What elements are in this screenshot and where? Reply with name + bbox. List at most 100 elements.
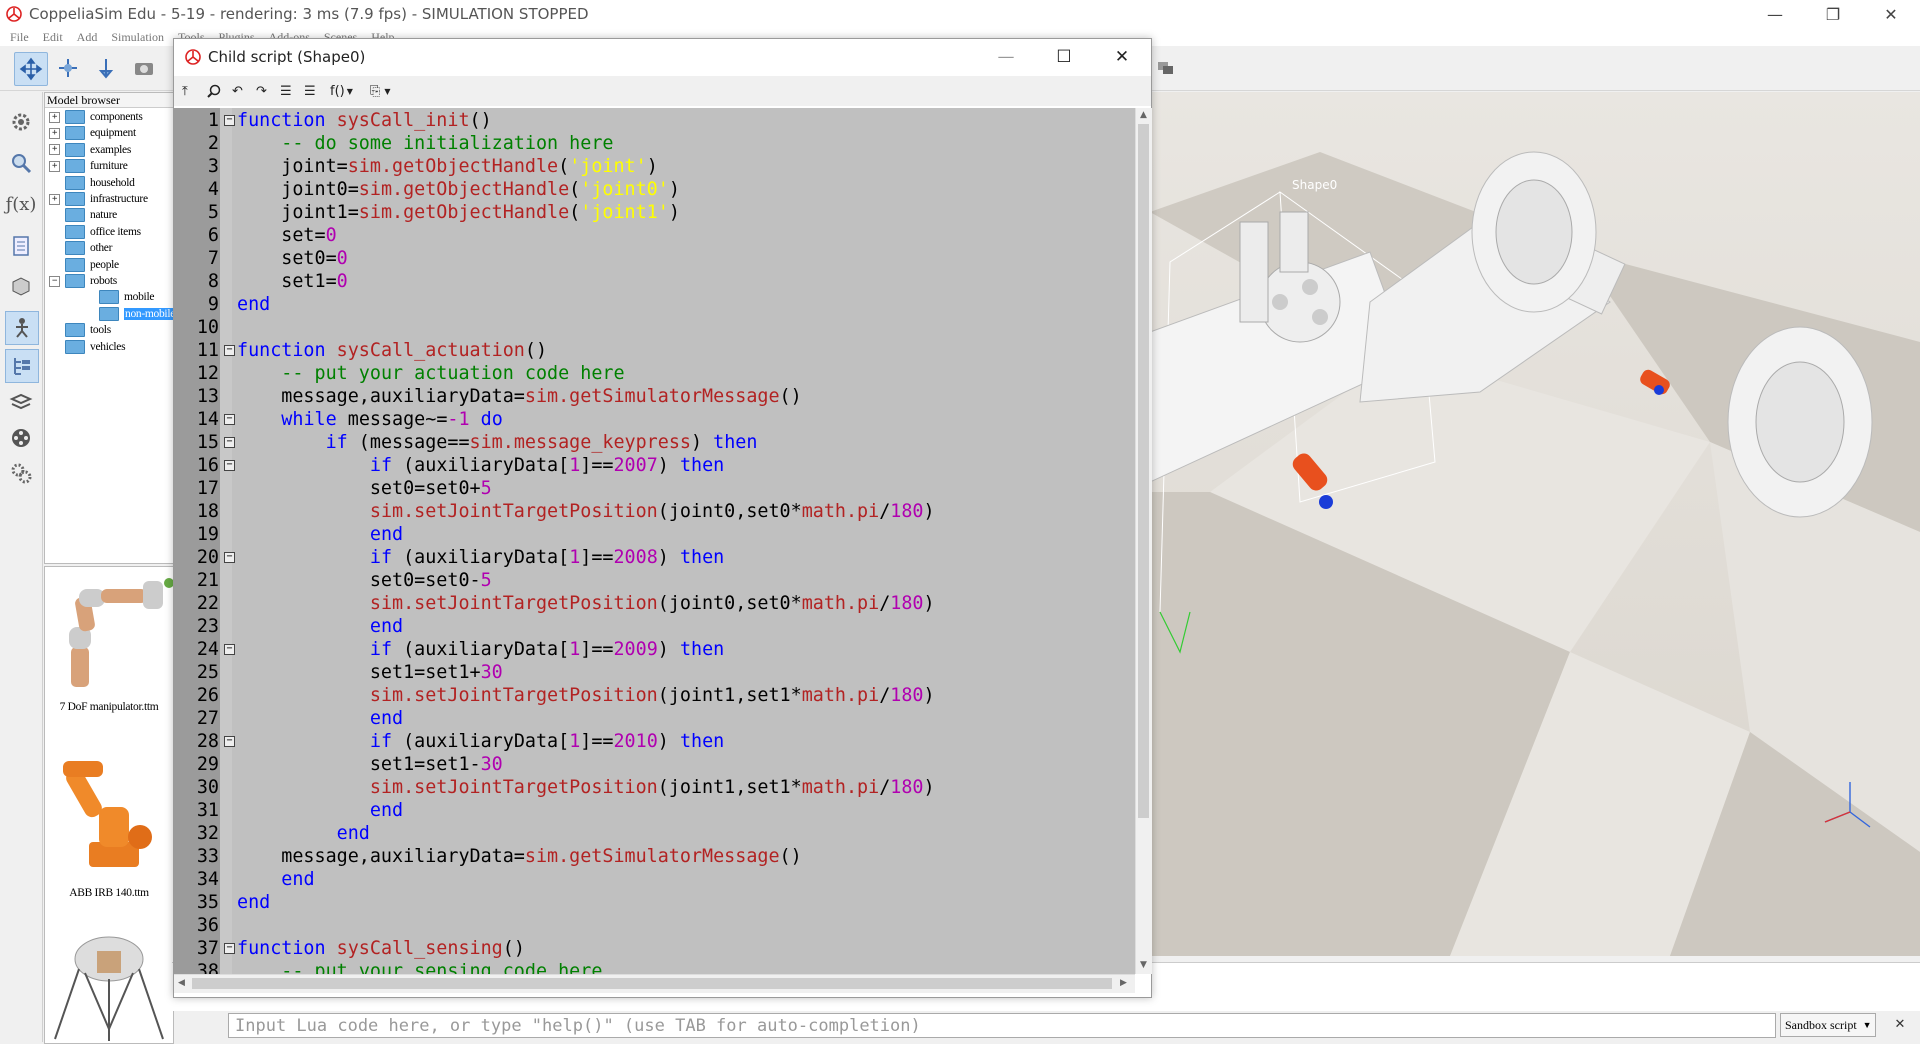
scroll-right-icon[interactable]: ▶ (1120, 978, 1127, 988)
layers-icon[interactable] (5, 386, 37, 418)
tree-item-nature[interactable]: nature (49, 207, 117, 223)
film-reel-icon[interactable] (5, 422, 37, 454)
horizontal-scrollbar[interactable]: ◀ ▶ (174, 974, 1135, 993)
code-line[interactable]: 17 set0=set0+5 (174, 477, 1135, 500)
code-line[interactable]: 25 set1=set1+30 (174, 661, 1135, 684)
object-layers-icon[interactable] (1150, 52, 1182, 84)
fold-toggle[interactable]: − (224, 736, 235, 747)
code-line[interactable]: 2 -- do some initialization here (174, 132, 1135, 155)
snippets-icon[interactable]: ⎘ ▼ (370, 82, 391, 100)
tree-item-mobile[interactable]: mobile (99, 289, 154, 305)
redo-icon[interactable]: ↷ (256, 82, 267, 100)
code-line[interactable]: 27 end (174, 707, 1135, 730)
code-line[interactable]: 9 end (174, 293, 1135, 316)
tree-item-examples[interactable]: + examples (49, 142, 131, 158)
tree-expander[interactable]: + (49, 160, 60, 172)
fold-toggle[interactable]: − (224, 552, 235, 563)
tree-expander[interactable]: + (49, 193, 60, 205)
tree-expander[interactable]: + (49, 127, 60, 139)
scroll-down-icon[interactable]: ▼ (1140, 960, 1147, 970)
tree-expander[interactable]: + (49, 111, 60, 123)
code-line[interactable]: 22 sim.setJointTargetPosition(joint0,set… (174, 592, 1135, 615)
code-line[interactable]: 33 message,auxiliaryData=sim.getSimulato… (174, 845, 1135, 868)
code-line[interactable]: 35 end (174, 891, 1135, 914)
code-line[interactable]: 5 joint1=sim.getObjectHandle('joint1') (174, 201, 1135, 224)
tree-item-tools[interactable]: tools (49, 322, 111, 338)
fold-toggle[interactable]: − (224, 414, 235, 425)
tree-item-furniture[interactable]: + furniture (49, 158, 128, 174)
scroll-thumb[interactable] (1138, 124, 1149, 818)
shape-icon[interactable] (5, 270, 37, 302)
code-line[interactable]: 20− if (auxiliaryData[1]==2008) then (174, 546, 1135, 569)
camera-pan-icon[interactable] (14, 52, 48, 86)
code-line[interactable]: 19 end (174, 523, 1135, 546)
tree-expander[interactable]: − (49, 275, 60, 287)
code-line[interactable]: 6 set=0 (174, 224, 1135, 247)
code-editor[interactable]: 1− function sysCall_init() 2 -- do some in… (174, 108, 1135, 974)
scroll-left-icon[interactable]: ◀ (178, 978, 185, 988)
menu-edit[interactable]: Edit (43, 30, 63, 45)
upload-icon[interactable]: ⤒ (182, 82, 188, 100)
code-line[interactable]: 7 set0=0 (174, 247, 1135, 270)
code-line[interactable]: 8 set1=0 (174, 270, 1135, 293)
close-button[interactable]: ✕ (1862, 0, 1920, 28)
tree-item-people[interactable]: people (49, 257, 119, 273)
page-icon[interactable] (5, 230, 37, 262)
zoom-icon[interactable] (5, 147, 37, 179)
code-line[interactable]: 21 set0=set0-5 (174, 569, 1135, 592)
model-browser-icon[interactable] (5, 311, 39, 345)
vertical-scrollbar[interactable]: ▲ ▼ (1135, 108, 1152, 974)
fold-toggle[interactable]: − (224, 943, 235, 954)
tree-expander[interactable]: + (49, 144, 60, 156)
code-line[interactable]: 11− function sysCall_actuation() (174, 339, 1135, 362)
thumb-delta-robot[interactable] (45, 929, 173, 1043)
function-list-button[interactable]: f() ▼ (330, 82, 353, 100)
scroll-up-icon[interactable]: ▲ (1140, 110, 1147, 120)
sandbox-script-select[interactable]: Sandbox script ▼ (1780, 1013, 1876, 1037)
code-line[interactable]: 16− if (auxiliaryData[1]==2007) then (174, 454, 1135, 477)
restore-button[interactable]: ❐ (1804, 0, 1862, 28)
script-close-button[interactable]: ✕ (1093, 39, 1151, 75)
code-line[interactable]: 13 message,auxiliaryData=sim.getSimulato… (174, 385, 1135, 408)
function-icon[interactable]: ƒ(x) (5, 188, 37, 220)
script-minimize-button[interactable]: — (977, 39, 1035, 75)
tree-item-office-items[interactable]: office items (49, 224, 141, 240)
tree-item-equipment[interactable]: + equipment (49, 125, 136, 141)
thumb-abb-irb140[interactable]: ABB IRB 140.ttm (45, 747, 173, 907)
camera-rotate-icon[interactable] (52, 52, 84, 84)
menu-simulation[interactable]: Simulation (111, 30, 164, 45)
code-line[interactable]: 30 sim.setJointTargetPosition(joint1,set… (174, 776, 1135, 799)
camera-view-icon[interactable] (128, 52, 160, 84)
code-line[interactable]: 15− if (message==sim.message_keypress) t… (174, 431, 1135, 454)
code-line[interactable]: 24− if (auxiliaryData[1]==2009) then (174, 638, 1135, 661)
code-line[interactable]: 4 joint0=sim.getObjectHandle('joint0') (174, 178, 1135, 201)
code-line[interactable]: 26 sim.setJointTargetPosition(joint1,set… (174, 684, 1135, 707)
outdent-icon[interactable]: ☰ (280, 82, 292, 100)
code-line[interactable]: 36 (174, 914, 1135, 937)
code-line[interactable]: 18 sim.setJointTargetPosition(joint0,set… (174, 500, 1135, 523)
minimize-button[interactable]: — (1746, 0, 1804, 28)
menu-file[interactable]: File (10, 30, 29, 45)
lua-command-input[interactable]: Input Lua code here, or type "help()" (u… (228, 1013, 1776, 1038)
settings-gear-icon[interactable] (5, 457, 37, 489)
hscroll-thumb[interactable] (192, 978, 1112, 989)
fold-toggle[interactable]: − (224, 437, 235, 448)
code-line[interactable]: 34 end (174, 868, 1135, 891)
code-line[interactable]: 32 end (174, 822, 1135, 845)
code-line[interactable]: 10 (174, 316, 1135, 339)
indent-icon[interactable]: ☰ (304, 82, 316, 100)
code-line[interactable]: 23 end (174, 615, 1135, 638)
camera-shift-icon[interactable] (90, 52, 122, 84)
tree-item-infrastructure[interactable]: + infrastructure (49, 191, 148, 207)
code-line[interactable]: 14− while message~=-1 do (174, 408, 1135, 431)
code-line[interactable]: 12 -- put your actuation code here (174, 362, 1135, 385)
code-line[interactable]: 3 joint=sim.getObjectHandle('joint') (174, 155, 1135, 178)
scene-view[interactable]: Shape0 (1150, 92, 1920, 956)
console-close-button[interactable]: ✕ (1890, 1016, 1910, 1034)
code-line[interactable]: 31 end (174, 799, 1135, 822)
tree-item-components[interactable]: + components (49, 109, 143, 125)
undo-icon[interactable]: ↶ (232, 82, 243, 100)
tree-item-household[interactable]: household (49, 175, 135, 191)
menu-add[interactable]: Add (77, 30, 98, 45)
tree-item-vehicles[interactable]: vehicles (49, 339, 126, 355)
